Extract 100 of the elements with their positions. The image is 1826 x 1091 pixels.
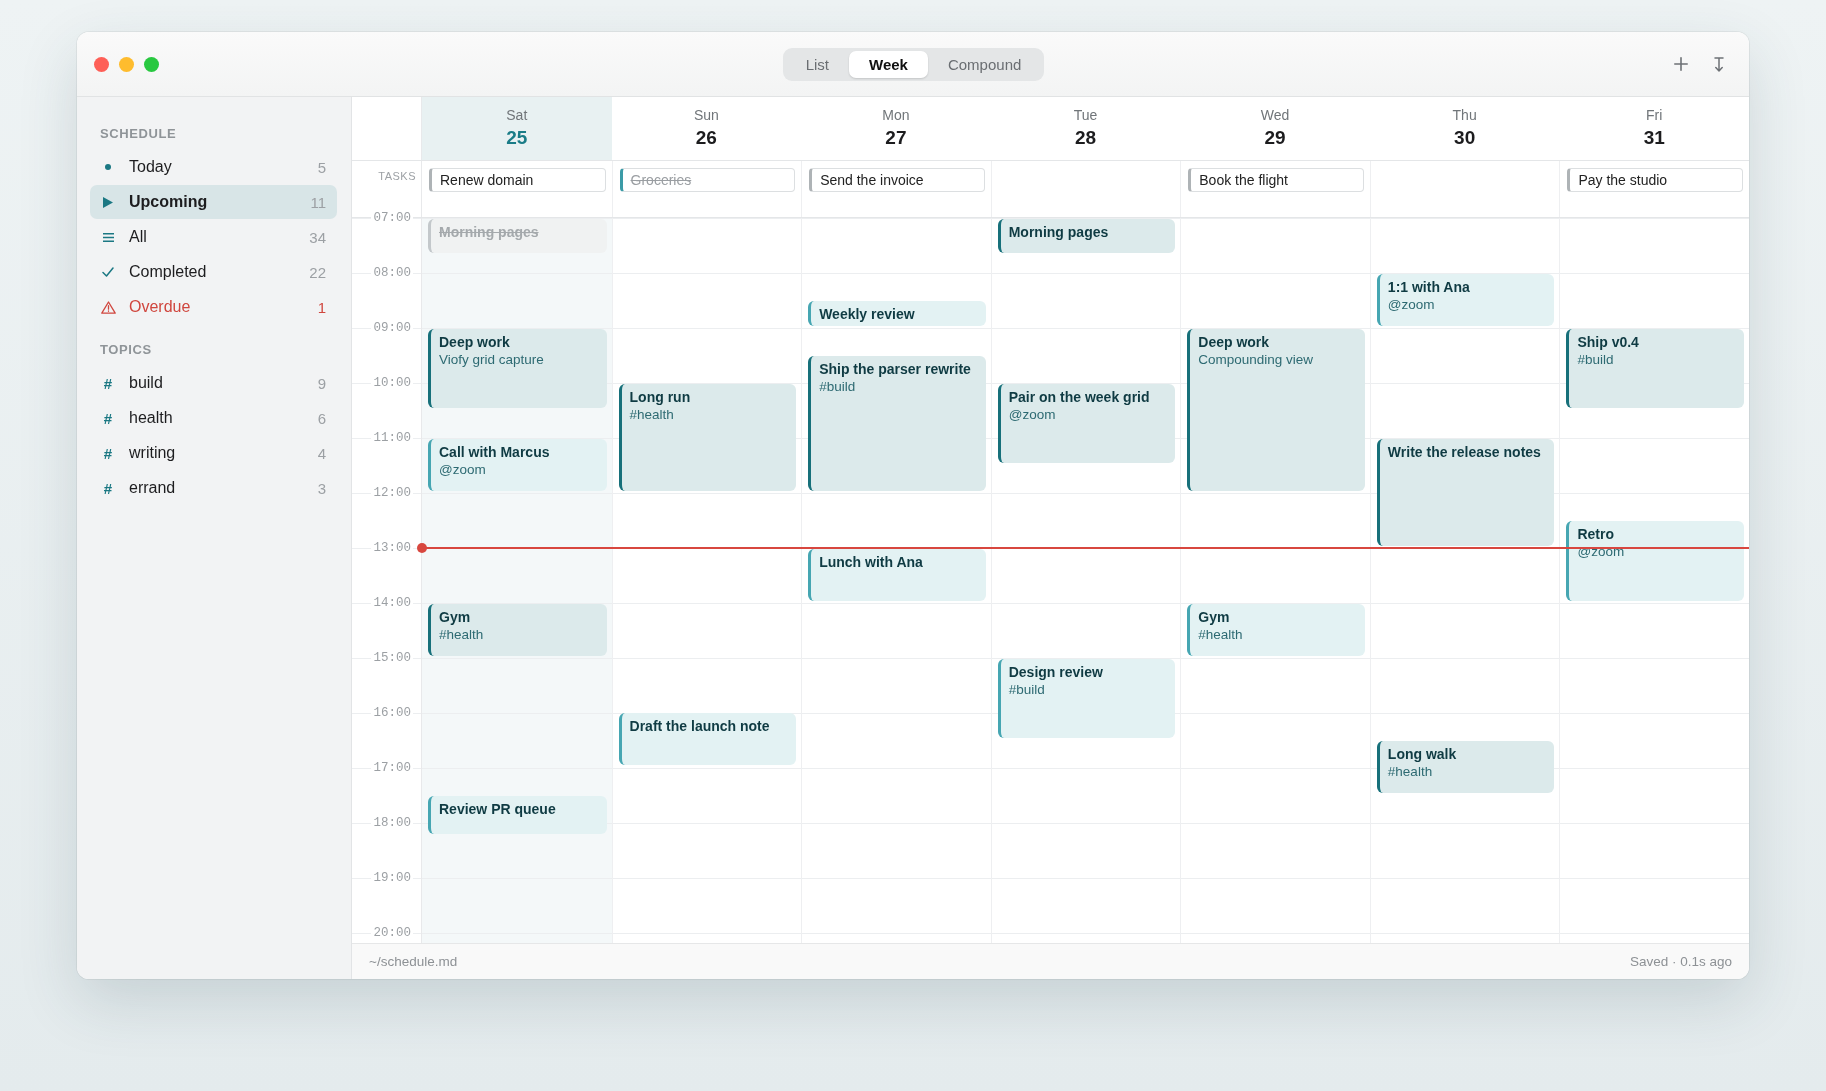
event-card[interactable]: Long run #health (618, 383, 797, 491)
event-card[interactable]: Review PR queue (428, 795, 607, 835)
play-icon (103, 196, 113, 208)
event-note: #health (1198, 625, 1244, 643)
item-count: 4 (317, 444, 326, 462)
sidebar-item[interactable]: # writing 4 (90, 436, 337, 470)
event-title: Ship the parser rewrite (819, 360, 972, 379)
event-note: #health (629, 405, 675, 423)
event-card[interactable]: Ship the parser rewrite #build (808, 356, 986, 491)
event-card[interactable]: Ship v0.4 #build (1566, 328, 1744, 409)
event-note: #build (1008, 680, 1046, 698)
event-card[interactable]: Weekly review (808, 301, 986, 326)
event-title: Deep work (439, 332, 511, 351)
sidebar-item[interactable]: Today 5 (90, 150, 337, 184)
task-item[interactable]: Send the invoice (809, 168, 985, 192)
day-number: 29 (1264, 126, 1286, 149)
view-tab[interactable]: Week (849, 50, 928, 78)
event-card[interactable]: Morning pages (997, 219, 1176, 253)
event-title: Gym (439, 607, 472, 626)
warning-icon (100, 300, 116, 314)
event-card[interactable]: Gym #health (1187, 603, 1365, 656)
task-item[interactable]: Book the flight (1188, 168, 1364, 192)
event-title: Review PR queue (439, 799, 557, 818)
section-heading: SCHEDULE (99, 125, 177, 143)
event-card[interactable]: Pair on the week grid @zoom (997, 383, 1176, 464)
dot-icon (105, 164, 111, 170)
arrow-down-icon (1714, 56, 1724, 72)
event-card[interactable]: Design review #build (997, 658, 1176, 738)
event-title: Design review (1008, 662, 1104, 681)
item-count: 34 (309, 228, 326, 246)
sidebar-item[interactable]: All 34 (90, 220, 337, 254)
event-note: Viofy grid capture (439, 350, 545, 368)
event-card[interactable]: Draft the launch note (618, 713, 797, 766)
event-note: #health (439, 625, 485, 643)
event-note: #health (1387, 762, 1434, 780)
item-count: 3 (317, 479, 326, 497)
hash-icon: # (103, 374, 113, 392)
section-heading: TOPICS (99, 341, 152, 359)
minimize-button[interactable] (119, 56, 134, 72)
event-note: @zoom (1008, 405, 1057, 423)
day-number: 25 (506, 126, 528, 149)
sidebar-item[interactable]: Completed 22 (90, 255, 337, 289)
view-tab[interactable]: List (785, 50, 849, 78)
day-name: Fri (1646, 107, 1663, 124)
close-button[interactable] (94, 56, 109, 72)
event-card[interactable]: Lunch with Ana (808, 548, 986, 601)
save-status: Saved · 0.1s ago (1629, 954, 1732, 969)
event-title: Morning pages (439, 223, 540, 241)
view-tab[interactable]: Compound (927, 50, 1042, 78)
file-path: ~/schedule.md (369, 954, 458, 969)
list-icon (102, 232, 114, 242)
event-note: @zoom (439, 460, 487, 478)
day-number: 31 (1643, 126, 1665, 149)
item-count: 11 (310, 193, 326, 211)
day-name: Mon (882, 107, 910, 124)
task-item[interactable]: Pay the studio (1567, 168, 1743, 192)
day-name: Sat (506, 107, 528, 124)
sidebar-item[interactable]: # health 6 (90, 401, 337, 435)
row-label: TASKS (377, 169, 417, 182)
event-title: Long walk (1387, 744, 1458, 763)
event-title: Long run (629, 387, 692, 406)
sidebar-item[interactable]: Upcoming 11 (90, 185, 337, 219)
hash-icon: # (103, 444, 113, 462)
sidebar-item[interactable]: # errand 3 (90, 471, 337, 505)
day-name: Thu (1452, 107, 1477, 124)
day-name: Sun (693, 107, 719, 124)
event-card[interactable]: Long walk #health (1376, 740, 1555, 793)
event-card[interactable]: Deep work Viofy grid capture (428, 328, 607, 409)
sidebar-item[interactable]: # build 9 (90, 366, 337, 400)
event-title: Ship v0.4 (1577, 332, 1640, 351)
event-card[interactable]: Write the release notes (1376, 438, 1555, 546)
day-number: 27 (885, 126, 907, 149)
event-card[interactable]: Deep work Compounding view (1187, 328, 1365, 491)
sidebar-item[interactable]: Overdue 1 (90, 290, 337, 324)
event-card[interactable]: Call with Marcus @zoom (428, 438, 607, 491)
hash-icon: # (103, 409, 113, 427)
item-count: 9 (317, 374, 326, 392)
event-title: Pair on the week grid (1008, 387, 1151, 406)
hash-icon: # (103, 479, 113, 497)
maximize-button[interactable] (144, 56, 159, 72)
event-title: Lunch with Ana (819, 552, 924, 571)
day-number: 26 (695, 126, 717, 149)
plus-icon (1674, 57, 1688, 71)
event-note: #build (1577, 350, 1615, 368)
item-count: 22 (309, 263, 326, 281)
check-icon (102, 267, 114, 277)
event-note: Compounding view (1198, 350, 1315, 368)
event-card[interactable]: Gym #health (428, 603, 607, 656)
event-note: #build (819, 378, 857, 396)
event-title: Draft the launch note (629, 717, 771, 736)
task-item[interactable]: Renew domain (429, 168, 606, 192)
item-count: 1 (317, 298, 326, 316)
event-title: Retro (1577, 525, 1615, 544)
event-note: @zoom (1387, 295, 1436, 313)
event-card[interactable]: 1:1 with Ana @zoom (1376, 273, 1555, 326)
item-count: 6 (317, 409, 326, 427)
event-title: Write the release notes (1387, 442, 1542, 461)
event-title: Gym (1198, 607, 1231, 626)
day-number: 30 (1454, 126, 1476, 149)
event-title: Deep work (1198, 332, 1271, 351)
